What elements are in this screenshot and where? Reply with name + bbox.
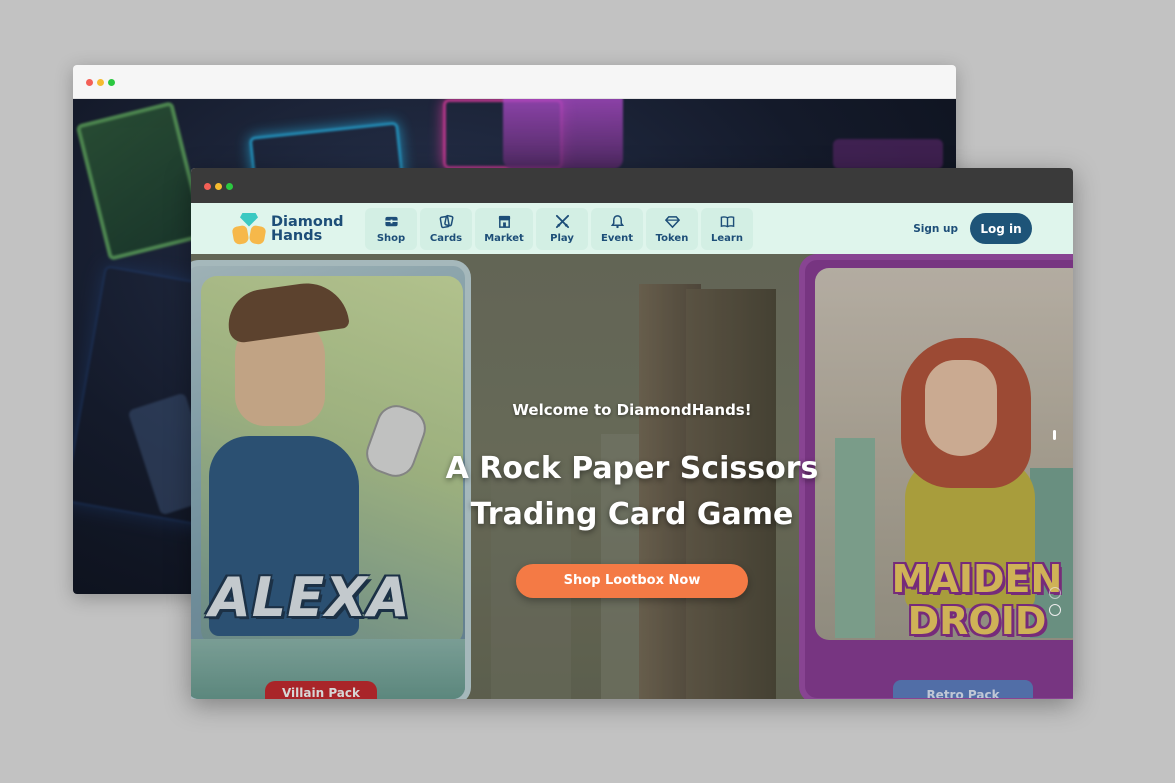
nav-label: Learn bbox=[711, 233, 743, 244]
diamond-icon bbox=[663, 213, 681, 229]
neon-card bbox=[503, 99, 623, 169]
nav-item-shop[interactable]: Shop bbox=[365, 207, 417, 250]
nav-item-token[interactable]: Token bbox=[646, 207, 698, 250]
brand-name-line1: Diamond bbox=[271, 213, 344, 230]
brand-name-line2: Hands bbox=[271, 227, 323, 244]
cards-icon bbox=[437, 213, 455, 229]
nav-label: Cards bbox=[429, 233, 463, 244]
main-nav: Shop Cards Market Play Event Token Learn bbox=[365, 207, 756, 250]
nav-item-learn[interactable]: Learn bbox=[701, 207, 753, 250]
nav-label: Token bbox=[655, 233, 689, 244]
headline-line2: Trading Card Game bbox=[470, 497, 794, 532]
front-window-titlebar bbox=[191, 168, 1073, 203]
brand-logo[interactable]: Diamond Hands bbox=[231, 212, 361, 245]
signup-link[interactable]: Sign up bbox=[913, 223, 958, 235]
nav-item-event[interactable]: Event bbox=[591, 207, 643, 250]
neon-sign bbox=[833, 139, 943, 169]
maximize-dot-icon[interactable] bbox=[226, 183, 233, 190]
crossed-swords-icon bbox=[553, 213, 571, 229]
auth-actions: Sign up Log in bbox=[913, 213, 1032, 244]
nav-label: Shop bbox=[376, 233, 406, 244]
hero-headline: A Rock Paper Scissors Trading Card Game bbox=[191, 446, 1073, 538]
nav-item-market[interactable]: Market bbox=[475, 207, 533, 250]
minimize-dot-icon bbox=[97, 79, 104, 86]
carousel-play-icon[interactable] bbox=[1049, 604, 1061, 616]
book-icon bbox=[718, 213, 736, 229]
minimize-dot-icon[interactable] bbox=[215, 183, 222, 190]
brand-name: Diamond Hands bbox=[271, 213, 344, 244]
close-dot-icon bbox=[86, 79, 93, 86]
neon-card bbox=[75, 100, 207, 262]
nav-label: Play bbox=[550, 233, 574, 244]
bell-icon bbox=[608, 213, 626, 229]
nav-item-play[interactable]: Play bbox=[536, 207, 588, 250]
welcome-text: Welcome to DiamondHands! bbox=[512, 401, 752, 419]
back-window-titlebar bbox=[73, 65, 956, 99]
login-button[interactable]: Log in bbox=[970, 213, 1032, 244]
close-dot-icon[interactable] bbox=[204, 183, 211, 190]
scroll-indicator[interactable] bbox=[1053, 430, 1056, 440]
nav-item-cards[interactable]: Cards bbox=[420, 207, 472, 250]
chest-icon bbox=[382, 213, 400, 229]
hero-section: ALEXA Villain Pack MAIDEN DROID Retro Pa… bbox=[191, 254, 1073, 699]
storefront-icon bbox=[495, 213, 513, 229]
hero-copy: Welcome to DiamondHands! A Rock Paper Sc… bbox=[191, 254, 1073, 699]
top-navbar: Diamond Hands Shop Cards Market Play Eve… bbox=[191, 203, 1073, 254]
carousel-prev-icon[interactable] bbox=[1049, 587, 1061, 599]
diamond-hands-logo-icon bbox=[231, 212, 267, 245]
headline-line1: A Rock Paper Scissors bbox=[445, 451, 819, 486]
nav-label: Market bbox=[484, 233, 524, 244]
shop-lootbox-button[interactable]: Shop Lootbox Now bbox=[516, 564, 748, 598]
nav-label: Event bbox=[600, 233, 634, 244]
maximize-dot-icon bbox=[108, 79, 115, 86]
main-browser-window: Diamond Hands Shop Cards Market Play Eve… bbox=[191, 168, 1073, 699]
